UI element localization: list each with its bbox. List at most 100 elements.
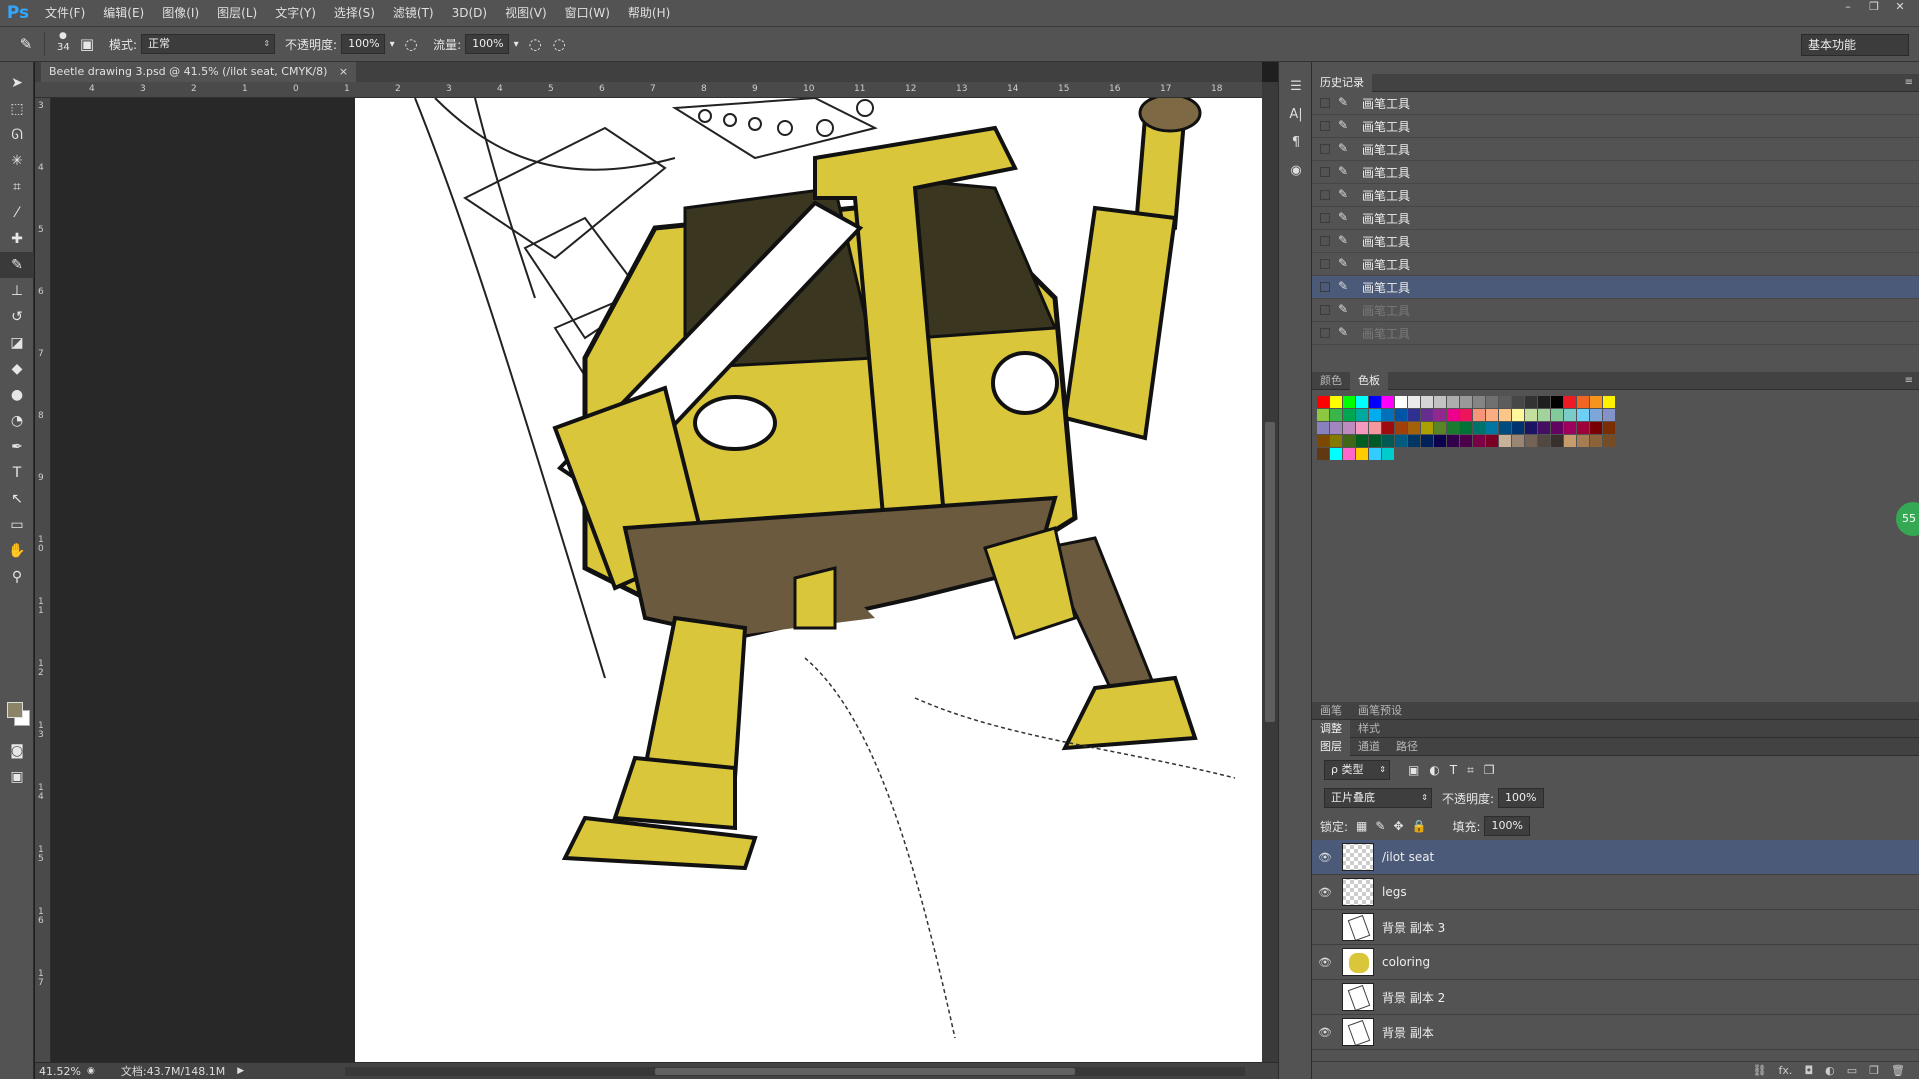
healing-brush-tool-icon[interactable]: ✚	[0, 226, 34, 252]
color-swatch[interactable]	[1369, 448, 1381, 460]
tab-history[interactable]: 历史记录	[1312, 73, 1372, 92]
color-swatch[interactable]	[1317, 409, 1329, 421]
color-swatch[interactable]	[1447, 422, 1459, 434]
eyedropper-tool-icon[interactable]: ⁄	[0, 200, 34, 226]
color-swatch[interactable]	[1382, 448, 1394, 460]
color-swatch[interactable]	[1460, 409, 1472, 421]
color-swatch[interactable]	[1577, 409, 1589, 421]
color-swatch[interactable]	[1603, 409, 1615, 421]
color-swatch[interactable]	[1330, 448, 1342, 460]
color-swatch[interactable]	[1577, 396, 1589, 408]
brush-tool-icon[interactable]: ✎	[0, 252, 34, 278]
color-swatch[interactable]	[1382, 396, 1394, 408]
color-swatch[interactable]	[1330, 409, 1342, 421]
color-swatch[interactable]	[1460, 422, 1472, 434]
color-swatch[interactable]	[1421, 435, 1433, 447]
color-swatch[interactable]	[1551, 409, 1563, 421]
clone-stamp-tool-icon[interactable]: ⊥	[0, 278, 34, 304]
tab-brush[interactable]: 画笔	[1312, 702, 1350, 720]
mask-icon[interactable]: ◘	[1804, 1064, 1813, 1077]
color-swatch[interactable]	[1369, 435, 1381, 447]
vertical-scroll-thumb[interactable]	[1265, 422, 1275, 722]
color-swatch[interactable]	[1486, 422, 1498, 434]
fx-icon[interactable]: fx.	[1779, 1064, 1793, 1077]
close-button[interactable]: ✕	[1889, 0, 1911, 14]
color-swatch[interactable]	[1603, 396, 1615, 408]
history-item[interactable]: ✎ 画笔工具	[1312, 230, 1919, 253]
status-menu-arrow-icon[interactable]: ▶	[237, 1066, 244, 1076]
blend-mode-select[interactable]: 正片叠底 ⇕	[1324, 788, 1432, 808]
opacity-dropdown-icon[interactable]: ▾	[385, 32, 399, 56]
marquee-tool-icon[interactable]: ⬚	[0, 96, 34, 122]
color-swatch[interactable]	[1512, 435, 1524, 447]
color-swatch[interactable]	[1317, 448, 1329, 460]
color-swatch[interactable]	[1564, 435, 1576, 447]
layer-row[interactable]: 👁 背景 副本 3	[1312, 910, 1919, 945]
menu-select[interactable]: 选择(S)	[325, 0, 384, 26]
trash-icon[interactable]: 🗑	[1891, 1064, 1905, 1077]
adjustment-icon[interactable]: ◐	[1825, 1064, 1835, 1077]
tab-layers[interactable]: 图层	[1312, 737, 1350, 756]
color-swatch[interactable]	[1551, 396, 1563, 408]
color-swatch[interactable]	[1564, 396, 1576, 408]
color-swatch[interactable]	[1460, 396, 1472, 408]
paragraph-panel-icon[interactable]: ¶	[1279, 128, 1313, 156]
tab-adjustments[interactable]: 调整	[1312, 719, 1350, 738]
pressure-size-icon[interactable]: ◌	[547, 32, 571, 56]
color-swatch[interactable]	[1330, 396, 1342, 408]
color-swatch[interactable]	[1330, 422, 1342, 434]
menu-filter[interactable]: 滤镜(T)	[384, 0, 443, 26]
color-swatch[interactable]	[1538, 409, 1550, 421]
history-item[interactable]: ✎ 画笔工具	[1312, 299, 1919, 322]
close-tab-icon[interactable]: ×	[339, 65, 348, 78]
color-swatch[interactable]	[1434, 409, 1446, 421]
color-swatch[interactable]	[1421, 422, 1433, 434]
color-swatch[interactable]	[1590, 396, 1602, 408]
link-icon[interactable]: ⛓	[1753, 1064, 1767, 1077]
tab-channels[interactable]: 通道	[1350, 738, 1388, 756]
tab-color[interactable]: 颜色	[1312, 372, 1350, 390]
color-swatch[interactable]	[1317, 422, 1329, 434]
color-swatch[interactable]	[1564, 422, 1576, 434]
history-item[interactable]: ✎ 画笔工具	[1312, 276, 1919, 299]
color-swatch[interactable]	[1447, 435, 1459, 447]
history-item[interactable]: ✎ 画笔工具	[1312, 207, 1919, 230]
opacity-input[interactable]: 100%	[341, 34, 386, 54]
menu-edit[interactable]: 编辑(E)	[94, 0, 153, 26]
history-snapshot-checkbox[interactable]	[1320, 259, 1330, 269]
layer-filter-icons[interactable]: ▣◐T⌗❒	[1408, 763, 1505, 778]
color-swatch[interactable]	[1590, 435, 1602, 447]
mode-select[interactable]: 正常 ⇕	[141, 34, 276, 54]
menu-image[interactable]: 图像(I)	[153, 0, 208, 26]
history-snapshot-checkbox[interactable]	[1320, 121, 1330, 131]
menu-3d[interactable]: 3D(D)	[443, 0, 496, 26]
color-swatch[interactable]	[1395, 422, 1407, 434]
menu-file[interactable]: 文件(F)	[36, 0, 94, 26]
color-swatch[interactable]	[1408, 435, 1420, 447]
color-swatch[interactable]	[1551, 435, 1563, 447]
dodge-tool-icon[interactable]: ◔	[0, 408, 34, 434]
eraser-tool-icon[interactable]: ◪	[0, 330, 34, 356]
color-swatch[interactable]	[1356, 435, 1368, 447]
color-swatch[interactable]	[1382, 422, 1394, 434]
history-snapshot-checkbox[interactable]	[1320, 282, 1330, 292]
layer-filter-select[interactable]: ρ 类型 ⇕	[1324, 760, 1390, 780]
folder-icon[interactable]: ▭	[1847, 1064, 1857, 1077]
fill-input[interactable]: 100%	[1484, 816, 1531, 836]
workspace-select[interactable]: 基本功能	[1801, 34, 1909, 56]
color-swatch[interactable]	[1395, 409, 1407, 421]
brush-size-picker[interactable]: 34 ●	[51, 31, 75, 56]
history-item[interactable]: ✎ 画笔工具	[1312, 115, 1919, 138]
color-swatch[interactable]	[1577, 422, 1589, 434]
color-swatch[interactable]	[1356, 448, 1368, 460]
color-swatch[interactable]	[1499, 435, 1511, 447]
history-snapshot-checkbox[interactable]	[1320, 98, 1330, 108]
canvas-area[interactable]	[51, 98, 1262, 1062]
color-swatch[interactable]	[1434, 435, 1446, 447]
document-canvas[interactable]	[355, 98, 1262, 1062]
color-swatch[interactable]	[1473, 409, 1485, 421]
color-swatch[interactable]	[1538, 435, 1550, 447]
color-swatch[interactable]	[1590, 422, 1602, 434]
panel-menu-icon[interactable]: ≡	[1905, 74, 1913, 92]
history-panel-icon[interactable]: ☰	[1279, 72, 1313, 100]
